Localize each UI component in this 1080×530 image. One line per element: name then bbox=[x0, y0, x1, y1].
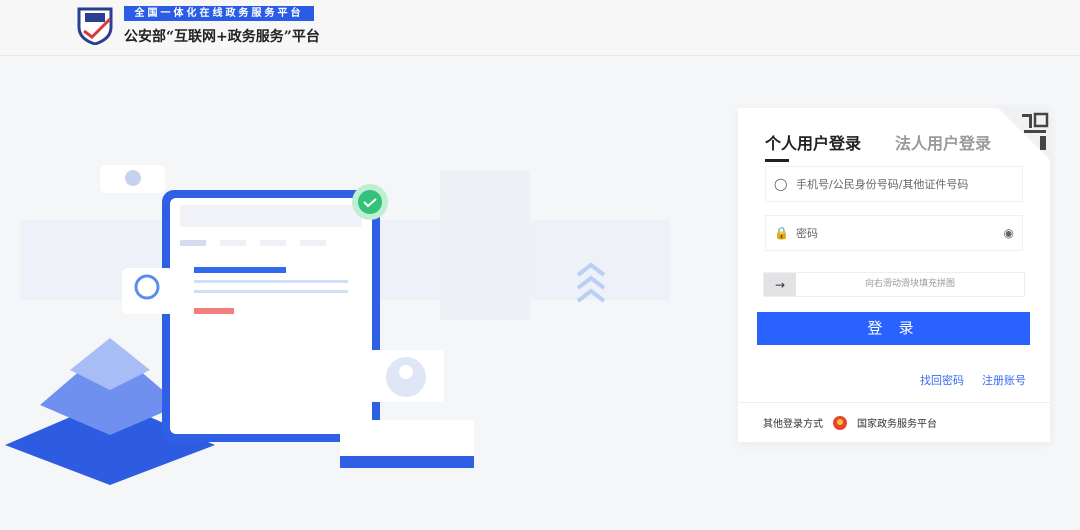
username-placeholder: 手机号/公民身份号码/其他证件号码 bbox=[796, 178, 969, 191]
login-card: 个人用户登录 法人用户登录 ◯ 手机号/公民身份号码/其他证件号码 🔒 密码 ◉… bbox=[738, 108, 1050, 442]
qr-code-login-icon[interactable] bbox=[998, 108, 1050, 160]
forgot-password-link[interactable]: 找回密码 bbox=[920, 372, 964, 388]
password-input[interactable]: 🔒 密码 ◉ bbox=[765, 215, 1023, 251]
slider-handle-arrow-icon[interactable]: → bbox=[764, 273, 796, 296]
other-login-label: 其他登录方式 bbox=[763, 419, 823, 430]
national-platform-link[interactable]: 国家政务服务平台 bbox=[857, 415, 937, 430]
tab-corporate-login[interactable]: 法人用户登录 bbox=[895, 130, 991, 162]
eye-icon[interactable]: ◉ bbox=[1004, 226, 1014, 240]
username-input[interactable]: ◯ 手机号/公民身份号码/其他证件号码 bbox=[765, 166, 1023, 202]
account-links: 找回密码 注册账号 bbox=[920, 372, 1026, 388]
national-emblem-icon[interactable] bbox=[833, 415, 847, 430]
lock-icon: 🔒 bbox=[774, 226, 789, 240]
hero-illustration bbox=[5, 165, 670, 485]
slider-hint: 向右滑动滑块填充拼图 bbox=[864, 279, 955, 289]
header: 全国一体化在线政务服务平台 公安部“互联网+政务服务”平台 bbox=[0, 0, 1080, 56]
login-tabs: 个人用户登录 法人用户登录 bbox=[765, 130, 991, 162]
register-link[interactable]: 注册账号 bbox=[982, 372, 1026, 388]
slogan-banner: 全国一体化在线政务服务平台 bbox=[124, 6, 314, 21]
police-logo-icon bbox=[77, 7, 113, 45]
other-login-methods: 其他登录方式 国家政务服务平台 bbox=[738, 402, 1050, 442]
user-icon: ◯ bbox=[774, 177, 788, 191]
slider-captcha[interactable]: → 向右滑动滑块填充拼图 bbox=[763, 272, 1025, 297]
login-button[interactable]: 登 录 bbox=[757, 312, 1030, 345]
page-title: 公安部“互联网+政务服务”平台 bbox=[124, 29, 320, 45]
password-placeholder: 密码 bbox=[796, 227, 818, 240]
tab-personal-login[interactable]: 个人用户登录 bbox=[765, 130, 861, 162]
